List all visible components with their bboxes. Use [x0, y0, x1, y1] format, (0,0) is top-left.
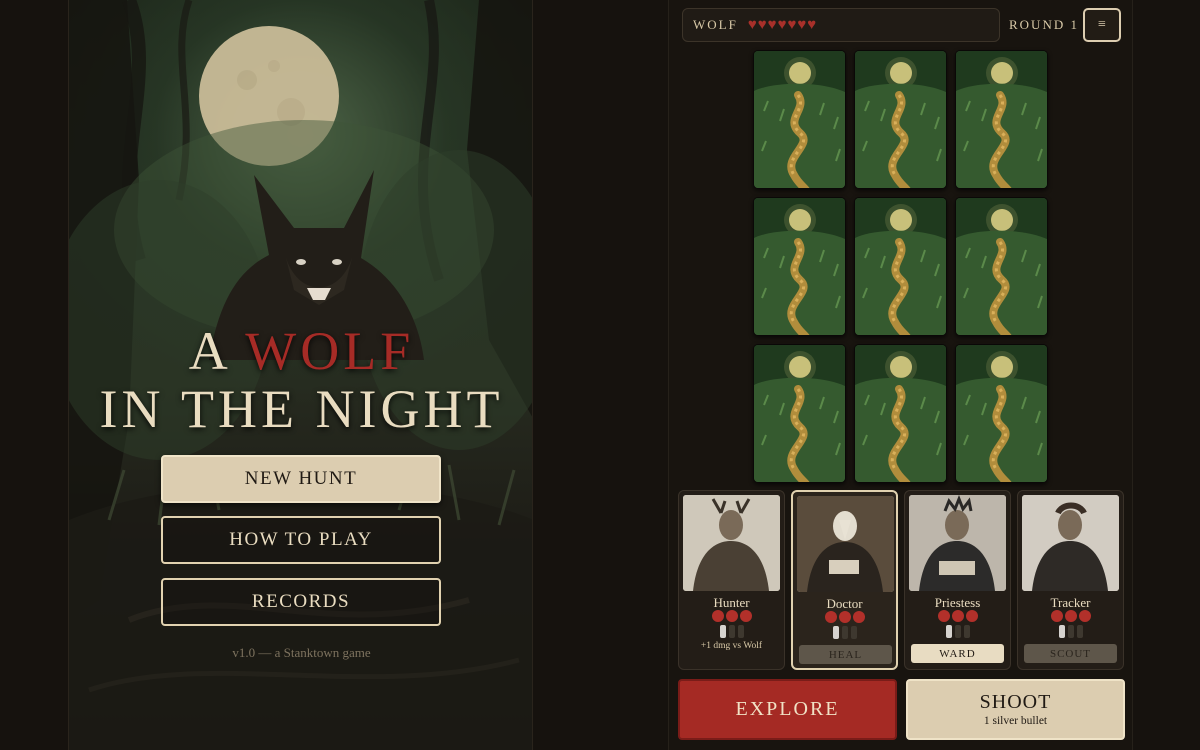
face-down-card[interactable] — [854, 50, 947, 189]
bullet-icon — [832, 626, 839, 639]
character-portrait — [909, 495, 1006, 591]
health-dot — [852, 611, 865, 623]
ammo-indicator — [1018, 625, 1123, 638]
heart-icon: ♥ — [767, 17, 777, 33]
health-dot — [838, 611, 851, 623]
bullet-icon — [841, 626, 848, 639]
character-portrait — [683, 495, 780, 591]
heart-icon: ♥ — [807, 17, 817, 33]
health-dot — [1078, 610, 1091, 622]
new-hunt-button[interactable]: NEW HUNT — [161, 455, 441, 503]
bullet-icon — [850, 626, 857, 639]
title-word-a: A — [188, 321, 229, 381]
character-name: Tracker — [1050, 595, 1091, 610]
party-panel: Hunter +1 dmg vs Wolf Doctor HEAL Priestes… — [678, 490, 1125, 670]
title-line-1: A WOLF — [69, 321, 532, 381]
bullet-icon — [963, 625, 970, 638]
bullet-icon — [954, 625, 961, 638]
character-portrait — [1022, 495, 1119, 591]
health-dot — [725, 610, 738, 622]
face-down-card[interactable] — [753, 197, 846, 336]
character-card-doctor[interactable]: Doctor HEAL — [791, 490, 898, 670]
health-dot — [711, 610, 724, 622]
explore-button[interactable]: EXPLORE — [678, 679, 897, 740]
game-screen: WOLF ♥♥♥♥♥♥♥ ROUND 1 ≡ Hunter +1 dmg vs … — [668, 0, 1133, 750]
shoot-button[interactable]: SHOOT 1 silver bullet — [906, 679, 1125, 740]
heart-icon: ♥ — [777, 17, 787, 33]
face-down-card[interactable] — [955, 197, 1048, 336]
menu-button[interactable]: ≡ — [1083, 8, 1121, 42]
heal-button[interactable]: HEAL — [799, 645, 892, 664]
health-dot — [1064, 610, 1077, 622]
character-card-priestess[interactable]: Priestess WARD — [904, 490, 1011, 670]
health-dot — [824, 611, 837, 623]
character-note: +1 dmg vs Wolf — [700, 641, 763, 651]
health-dot — [965, 610, 978, 622]
character-portrait — [797, 496, 894, 592]
card-grid — [753, 50, 1049, 484]
ammo-indicator — [679, 625, 784, 638]
character-name: Priestess — [934, 595, 981, 610]
title-word-wolf: WOLF — [245, 321, 415, 381]
character-name: Hunter — [713, 595, 750, 610]
scout-button[interactable]: SCOUT — [1024, 644, 1117, 663]
character-card-tracker[interactable]: Tracker SCOUT — [1017, 490, 1124, 670]
how-to-play-button[interactable]: HOW TO PLAY — [161, 516, 441, 564]
health-dots — [793, 611, 896, 623]
character-card-hunter[interactable]: Hunter +1 dmg vs Wolf — [678, 490, 785, 670]
bullet-icon — [728, 625, 735, 638]
bullet-icon — [945, 625, 952, 638]
ammo-indicator — [793, 626, 896, 639]
round-indicator: ROUND 1 — [1009, 17, 1079, 32]
bullet-icon — [737, 625, 744, 638]
health-dot — [739, 610, 752, 622]
wolf-label: WOLF — [693, 17, 738, 32]
title-screen: A WOLF IN THE NIGHT NEW HUNT HOW TO PLAY… — [68, 0, 533, 750]
ward-button[interactable]: WARD — [911, 644, 1004, 663]
bullet-icon — [1076, 625, 1083, 638]
ammo-indicator — [905, 625, 1010, 638]
health-dot — [937, 610, 950, 622]
face-down-card[interactable] — [955, 344, 1048, 483]
bullet-icon — [1067, 625, 1074, 638]
hamburger-icon: ≡ — [1098, 17, 1106, 32]
heart-icon: ♥ — [797, 17, 807, 33]
bullet-icon — [1058, 625, 1065, 638]
face-down-card[interactable] — [854, 197, 947, 336]
face-down-card[interactable] — [753, 50, 846, 189]
version-text: v1.0 — a Stanktown game — [232, 645, 371, 660]
face-down-card[interactable] — [955, 50, 1048, 189]
health-dot — [1050, 610, 1063, 622]
health-dots — [1018, 610, 1123, 622]
shoot-ammo-text: 1 silver bullet — [983, 715, 1048, 727]
heart-icon: ♥ — [747, 17, 757, 33]
title-line-2: IN THE NIGHT — [99, 379, 504, 439]
heart-icon: ♥ — [787, 17, 797, 33]
bullet-icon — [719, 625, 726, 638]
shoot-label: SHOOT — [979, 691, 1052, 713]
game-title: A WOLF IN THE NIGHT — [69, 321, 532, 439]
heart-icon: ♥ — [757, 17, 767, 33]
face-down-card[interactable] — [753, 344, 846, 483]
records-button[interactable]: RECORDS — [161, 578, 441, 626]
face-down-card[interactable] — [854, 344, 947, 483]
health-dots — [905, 610, 1010, 622]
character-name: Doctor — [826, 596, 863, 611]
wolf-health-bar: WOLF ♥♥♥♥♥♥♥ — [682, 8, 1000, 42]
wolf-hearts: ♥♥♥♥♥♥♥ — [748, 16, 817, 34]
health-dot — [951, 610, 964, 622]
health-dots — [679, 610, 784, 622]
